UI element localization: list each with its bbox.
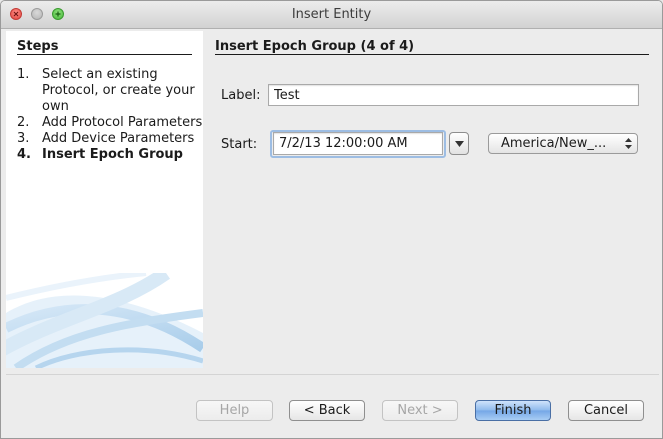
title-divider (215, 54, 649, 55)
button-bar-divider (6, 374, 659, 375)
step-label: Add Device Parameters (42, 131, 195, 146)
label-field-label: Label: (221, 88, 261, 103)
label-input[interactable] (268, 84, 639, 106)
cancel-button[interactable]: Cancel (568, 400, 644, 421)
decorative-swoosh-graphic (6, 273, 203, 368)
start-field-label: Start: (221, 137, 258, 152)
step-item: 3. Add Device Parameters (17, 131, 203, 147)
step-label: Select an existing Protocol, or create y… (42, 67, 195, 114)
steps-panel: Steps 1. Select an existing Protocol, or … (6, 31, 203, 368)
next-button[interactable]: Next > (382, 400, 458, 421)
steps-heading: Steps (17, 39, 59, 54)
step-item: 1. Select an existing Protocol, or create… (17, 67, 203, 115)
step-number: 3. (17, 131, 30, 146)
insert-entity-dialog: Insert Entity Steps 1. Select an existing… (0, 0, 663, 439)
timezone-selected-value: America/New_... (501, 136, 607, 151)
steps-list: 1. Select an existing Protocol, or create… (17, 67, 203, 163)
step-number: 4. (17, 147, 31, 162)
step-label: Insert Epoch Group (42, 147, 183, 162)
date-picker-dropdown-button[interactable] (449, 132, 469, 155)
title-bar[interactable]: Insert Entity (1, 1, 662, 29)
step-number: 2. (17, 115, 30, 130)
triangle-down-icon (455, 141, 464, 147)
step-number: 1. (17, 67, 30, 82)
page-title: Insert Epoch Group (4 of 4) (215, 39, 415, 54)
help-button[interactable]: Help (196, 400, 273, 421)
step-item: 2. Add Protocol Parameters (17, 115, 203, 131)
step-item-current: 4. Insert Epoch Group (17, 147, 203, 163)
start-datetime-input[interactable] (273, 132, 443, 155)
up-down-arrows-icon (625, 138, 632, 149)
back-button[interactable]: < Back (289, 400, 365, 421)
finish-button[interactable]: Finish (475, 400, 551, 421)
timezone-select[interactable]: America/New_... (488, 133, 638, 154)
step-label: Add Protocol Parameters (42, 115, 203, 130)
window-title: Insert Entity (291, 7, 372, 22)
steps-divider (17, 54, 192, 55)
